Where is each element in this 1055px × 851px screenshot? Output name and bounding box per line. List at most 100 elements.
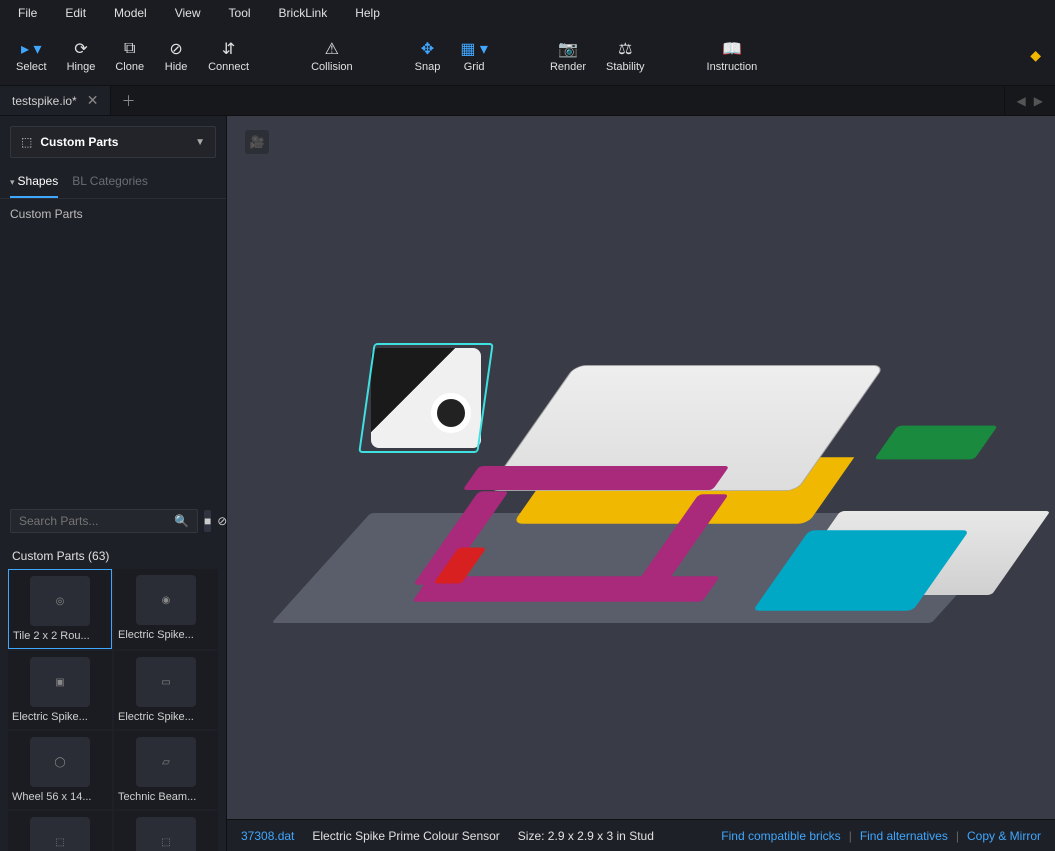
part-card[interactable]: ⬚ Technic Beam...: [8, 811, 112, 851]
tool-snap[interactable]: ✥ Snap: [405, 34, 451, 77]
instruction-icon: 📖: [722, 38, 742, 60]
part-thumb: ⬚: [136, 817, 196, 851]
tab-next-icon[interactable]: ▶: [1034, 94, 1043, 108]
sidebar-section-custom[interactable]: Custom Parts: [0, 199, 226, 229]
stability-icon: ⚖: [618, 38, 632, 60]
sidebar-tab-bl-categories[interactable]: BL Categories: [72, 168, 148, 198]
main: ⬚ Custom Parts ▼ ▾Shapes BL Categories C…: [0, 116, 1055, 851]
viewport-3d[interactable]: 🎥: [227, 116, 1055, 819]
part-label: Technic Beam...: [118, 791, 214, 803]
camera-button[interactable]: 🎥: [245, 130, 269, 154]
link-compatible[interactable]: Find compatible bricks: [721, 829, 840, 843]
status-description: Electric Spike Prime Colour Sensor: [312, 829, 499, 843]
canvas-wrap: 🎥 37308.dat E: [227, 116, 1055, 851]
status-size: Size: 2.9 x 2.9 x 3 in Stud: [518, 829, 654, 843]
parts-header: Custom Parts (63): [0, 539, 226, 569]
green-brick: [874, 425, 998, 459]
tool-hinge[interactable]: ⟳ Hinge: [57, 34, 106, 77]
part-thumb: ▱: [136, 737, 196, 787]
tab-add-button[interactable]: ＋: [111, 86, 145, 115]
connect-icon: ⇵: [222, 38, 235, 60]
camera-icon: 🎥: [250, 135, 265, 149]
hinge-icon: ⟳: [74, 38, 87, 60]
menu-view[interactable]: View: [161, 2, 215, 24]
part-thumb: ▭: [136, 657, 196, 707]
part-card[interactable]: ⬚ Technic Beam...: [114, 811, 218, 851]
tool-hide[interactable]: ⊘ Hide: [154, 34, 198, 77]
grid-icon: ▦ ▾: [460, 38, 488, 60]
menu-tool[interactable]: Tool: [215, 2, 265, 24]
tool-clone[interactable]: ⧉ Clone: [105, 34, 154, 77]
menubar: File Edit Model View Tool BrickLink Help: [0, 0, 1055, 26]
separator: |: [849, 829, 852, 843]
square-icon: ■: [204, 514, 211, 528]
toolbar: ▸ ▾ Select ⟳ Hinge ⧉ Clone ⊘ Hide ⇵ Conn…: [0, 26, 1055, 86]
part-thumb: ◎: [30, 576, 90, 626]
collision-icon: ⚠: [325, 38, 339, 60]
part-card[interactable]: ◉ Electric Spike...: [114, 569, 218, 649]
part-thumb: ◉: [136, 575, 196, 625]
search-icon[interactable]: 🔍: [174, 514, 189, 528]
tool-collision[interactable]: ⚠ Collision: [301, 34, 363, 77]
tool-select[interactable]: ▸ ▾ Select: [6, 34, 57, 77]
cursor-icon: ▸ ▾: [21, 38, 42, 60]
status-filename[interactable]: 37308.dat: [241, 829, 294, 843]
part-thumb: ◯: [30, 737, 90, 787]
snap-icon: ✥: [421, 38, 434, 60]
bricklink-logo-icon[interactable]: ◆: [1030, 47, 1049, 64]
part-label: Wheel 56 x 14...: [12, 791, 108, 803]
sidebar: ⬚ Custom Parts ▼ ▾Shapes BL Categories C…: [0, 116, 227, 851]
sidebar-tab-shapes[interactable]: ▾Shapes: [10, 168, 58, 198]
search-row: 🔍 ■ ⊘ ▦: [0, 503, 226, 539]
lego-scene: [271, 218, 1011, 718]
sidebar-tabs: ▾Shapes BL Categories: [0, 168, 226, 199]
tab-testspike[interactable]: testspike.io* ✕: [0, 86, 111, 115]
tool-instruction[interactable]: 📖 Instruction: [697, 34, 768, 77]
part-card[interactable]: ▣ Electric Spike...: [8, 651, 112, 729]
palette-label: Custom Parts: [40, 135, 118, 149]
part-thumb: ▣: [30, 657, 90, 707]
menu-file[interactable]: File: [4, 2, 51, 24]
menu-model[interactable]: Model: [100, 2, 161, 24]
tool-render[interactable]: 📷 Render: [540, 34, 596, 77]
part-card[interactable]: ▭ Electric Spike...: [114, 651, 218, 729]
statusbar: 37308.dat Electric Spike Prime Colour Se…: [227, 819, 1055, 851]
close-icon[interactable]: ✕: [87, 92, 99, 109]
menu-help[interactable]: Help: [341, 2, 394, 24]
tabs-nav: ◀ ▶: [1004, 86, 1055, 115]
render-icon: 📷: [558, 38, 578, 60]
document-tabs: testspike.io* ✕ ＋ ◀ ▶: [0, 86, 1055, 116]
link-copy-mirror[interactable]: Copy & Mirror: [967, 829, 1041, 843]
search-input[interactable]: 🔍: [10, 509, 198, 533]
part-card[interactable]: ◯ Wheel 56 x 14...: [8, 731, 112, 809]
part-label: Electric Spike...: [118, 711, 214, 723]
search-field[interactable]: [19, 514, 174, 528]
caret-down-icon: ▾: [10, 177, 15, 187]
part-card[interactable]: ▱ Technic Beam...: [114, 731, 218, 809]
hide-icon: ⊘: [169, 38, 182, 60]
tab-label: testspike.io*: [12, 94, 77, 108]
part-thumb: ⬚: [30, 817, 90, 851]
parts-grid: ◎ Tile 2 x 2 Rou... ◉ Electric Spike... …: [0, 569, 226, 851]
view-color-toggle[interactable]: ■: [204, 510, 211, 532]
part-label: Electric Spike...: [12, 711, 108, 723]
tab-prev-icon[interactable]: ◀: [1017, 94, 1026, 108]
part-label: Electric Spike...: [118, 629, 214, 641]
nodeco-icon: ⊘: [217, 514, 227, 528]
separator: |: [956, 829, 959, 843]
link-alternatives[interactable]: Find alternatives: [860, 829, 948, 843]
menu-bricklink[interactable]: BrickLink: [265, 2, 342, 24]
menu-edit[interactable]: Edit: [51, 2, 100, 24]
view-decorated-toggle[interactable]: ⊘: [217, 510, 227, 532]
tool-connect[interactable]: ⇵ Connect: [198, 34, 259, 77]
tool-stability[interactable]: ⚖ Stability: [596, 34, 655, 77]
part-card[interactable]: ◎ Tile 2 x 2 Rou...: [8, 569, 112, 649]
palette-icon: ⬚: [21, 135, 32, 149]
tool-grid[interactable]: ▦ ▾ Grid: [450, 34, 498, 77]
frame-top: [463, 466, 730, 490]
part-label: Tile 2 x 2 Rou...: [13, 630, 107, 642]
selection-outline: [358, 343, 493, 453]
clone-icon: ⧉: [124, 38, 135, 60]
palette-dropdown[interactable]: ⬚ Custom Parts ▼: [10, 126, 216, 158]
chevron-down-icon: ▼: [195, 137, 205, 148]
